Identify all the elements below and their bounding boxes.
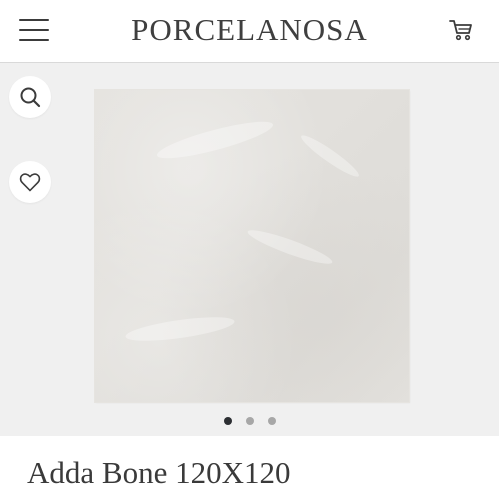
product-tile-image[interactable]	[95, 90, 409, 402]
shopping-cart-icon	[449, 20, 472, 41]
product-page: PORCELANOSA Adda Bone 120X120	[0, 0, 499, 500]
search-icon	[20, 87, 41, 108]
header-bar: PORCELANOSA	[0, 0, 499, 63]
product-title: Adda Bone 120X120	[27, 455, 291, 490]
pagination-dot-3[interactable]	[267, 417, 276, 425]
pagination-dot-1[interactable]	[223, 417, 232, 425]
cart-button[interactable]	[448, 17, 476, 45]
search-button[interactable]	[9, 76, 51, 118]
brand-logo[interactable]: PORCELANOSA	[0, 10, 499, 50]
favorite-button[interactable]	[9, 161, 51, 203]
heart-icon	[19, 173, 41, 192]
pagination-dot-2[interactable]	[245, 417, 254, 425]
gallery-pagination	[0, 417, 499, 427]
product-image-gallery[interactable]	[0, 63, 499, 436]
